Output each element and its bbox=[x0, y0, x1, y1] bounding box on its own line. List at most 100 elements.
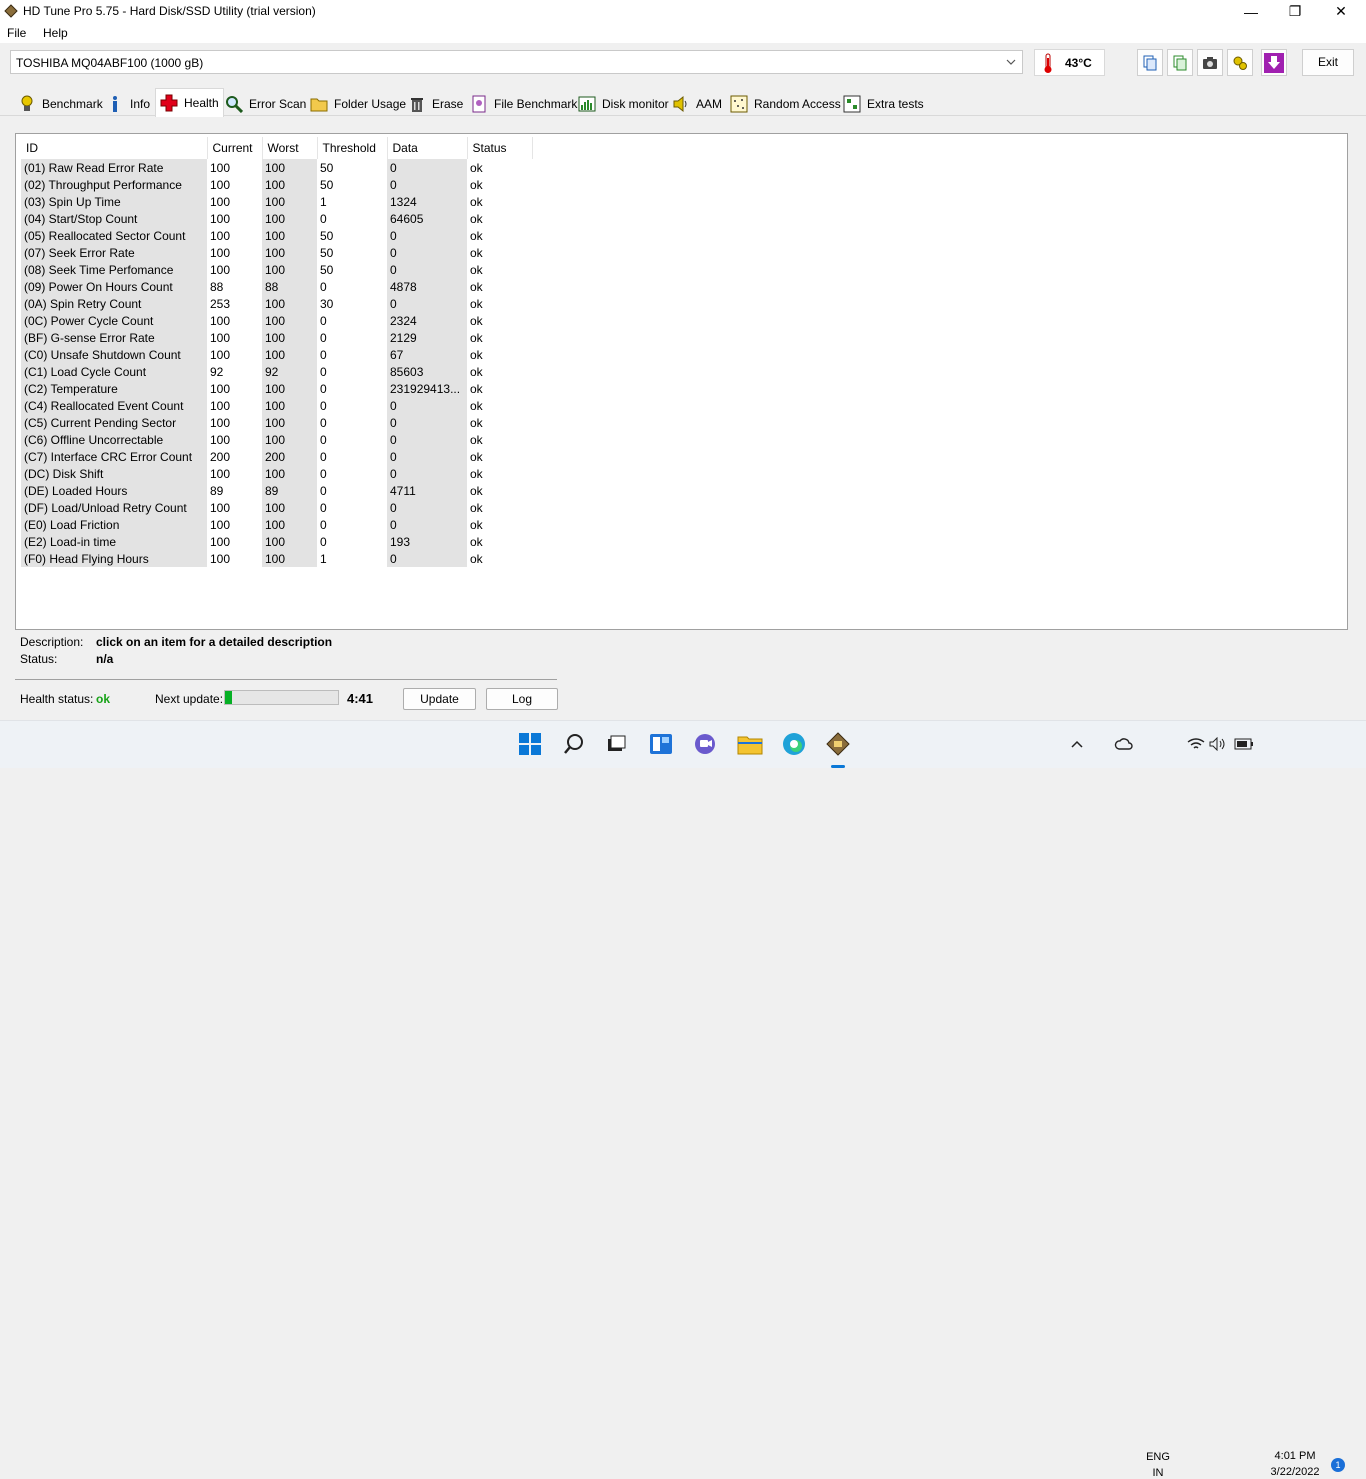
cell-id: (C2) Temperature bbox=[21, 380, 207, 397]
tab-info[interactable]: Info bbox=[106, 91, 150, 116]
restore-button[interactable]: ❐ bbox=[1272, 0, 1318, 23]
copy-text-button[interactable] bbox=[1137, 49, 1163, 76]
cell-status: ok bbox=[470, 483, 483, 498]
cell-status: ok bbox=[470, 466, 483, 481]
copy-all-button[interactable] bbox=[1167, 49, 1193, 76]
volume-icon[interactable] bbox=[1205, 731, 1231, 757]
tab-erase[interactable]: Erase bbox=[408, 91, 463, 116]
table-row[interactable]: (0C) Power Cycle Count 100 100 0 2324 ok bbox=[21, 312, 532, 329]
task-view-icon[interactable] bbox=[603, 731, 629, 757]
table-row[interactable]: (C7) Interface CRC Error Count 200 200 0 0 ok bbox=[21, 448, 532, 465]
table-row[interactable]: (E0) Load Friction 100 100 0 0 ok bbox=[21, 516, 532, 533]
search-icon[interactable] bbox=[561, 731, 587, 757]
cell-status: ok bbox=[470, 500, 483, 515]
widgets-icon[interactable] bbox=[648, 731, 674, 757]
hdtune-taskbar-icon[interactable] bbox=[825, 731, 851, 757]
cell-threshold: 0 bbox=[320, 364, 327, 379]
cell-threshold: 0 bbox=[320, 398, 327, 413]
cell-status: ok bbox=[470, 517, 483, 532]
cell-id: (C6) Offline Uncorrectable bbox=[21, 431, 207, 448]
language-code[interactable]: ENG bbox=[1144, 1451, 1172, 1463]
cell-status: ok bbox=[470, 551, 483, 566]
table-row[interactable]: (E2) Load-in time 100 100 0 193 ok bbox=[21, 533, 532, 550]
cell-worst: 100 bbox=[262, 244, 317, 261]
table-row[interactable]: (DE) Loaded Hours 89 89 0 4711 ok bbox=[21, 482, 532, 499]
update-button[interactable]: Update bbox=[403, 688, 476, 710]
table-row[interactable]: (C4) Reallocated Event Count 100 100 0 0 ok bbox=[21, 397, 532, 414]
save-button[interactable] bbox=[1261, 49, 1287, 76]
screenshot-button[interactable] bbox=[1197, 49, 1223, 76]
tab-error-scan[interactable]: Error Scan bbox=[225, 91, 306, 116]
tab-folder-usage[interactable]: Folder Usage bbox=[310, 91, 406, 116]
table-row[interactable]: (08) Seek Time Perfomance 100 100 50 0 ok bbox=[21, 261, 532, 278]
clock-time[interactable]: 4:01 PM bbox=[1262, 1450, 1328, 1462]
log-button[interactable]: Log bbox=[486, 688, 558, 710]
edge-browser-icon[interactable] bbox=[781, 731, 807, 757]
start-icon[interactable] bbox=[517, 731, 543, 757]
table-row[interactable]: (01) Raw Read Error Rate 100 100 50 0 ok bbox=[21, 159, 532, 176]
tab-health[interactable]: Health bbox=[155, 88, 224, 117]
table-row[interactable]: (C0) Unsafe Shutdown Count 100 100 0 67 ok bbox=[21, 346, 532, 363]
tab-benchmark[interactable]: Benchmark bbox=[18, 91, 103, 116]
cell-worst: 100 bbox=[262, 176, 317, 193]
tab-random-access[interactable]: Random Access bbox=[730, 91, 841, 116]
cell-threshold: 50 bbox=[320, 245, 334, 260]
cell-current: 100 bbox=[210, 500, 231, 515]
chat-icon[interactable] bbox=[692, 731, 718, 757]
menu-file[interactable]: File bbox=[7, 26, 26, 40]
cell-current: 100 bbox=[210, 415, 231, 430]
table-row[interactable]: (0A) Spin Retry Count 253 100 30 0 ok bbox=[21, 295, 532, 312]
minimize-button[interactable]: — bbox=[1228, 0, 1274, 23]
battery-icon[interactable] bbox=[1231, 731, 1257, 757]
exit-button[interactable]: Exit bbox=[1302, 49, 1354, 76]
tab-disk-monitor[interactable]: Disk monitor bbox=[578, 91, 669, 116]
input-region[interactable]: IN bbox=[1144, 1467, 1172, 1479]
column-header-threshold[interactable]: Threshold bbox=[317, 137, 388, 159]
weather-cloud-icon[interactable] bbox=[1111, 731, 1137, 757]
cell-worst: 100 bbox=[262, 295, 317, 312]
drive-select[interactable]: TOSHIBA MQ04ABF100 (1000 gB) bbox=[10, 50, 1023, 74]
close-button[interactable]: ✕ bbox=[1318, 0, 1364, 23]
table-row[interactable]: (03) Spin Up Time 100 100 1 1324 ok bbox=[21, 193, 532, 210]
clock-date[interactable]: 3/22/2022 bbox=[1262, 1466, 1328, 1478]
cell-data: 0 bbox=[387, 227, 467, 244]
cell-threshold: 0 bbox=[320, 211, 327, 226]
thermometer-icon bbox=[1044, 53, 1052, 73]
table-row[interactable]: (C1) Load Cycle Count 92 92 0 85603 ok bbox=[21, 363, 532, 380]
cell-worst: 100 bbox=[262, 516, 317, 533]
table-row[interactable]: (DC) Disk Shift 100 100 0 0 ok bbox=[21, 465, 532, 482]
table-row[interactable]: (04) Start/Stop Count 100 100 0 64605 ok bbox=[21, 210, 532, 227]
table-row[interactable]: (C2) Temperature 100 100 0 231929413... ok bbox=[21, 380, 532, 397]
column-header-status[interactable]: Status bbox=[467, 137, 533, 159]
folder-icon bbox=[310, 95, 328, 113]
table-row[interactable]: (C6) Offline Uncorrectable 100 100 0 0 ok bbox=[21, 431, 532, 448]
cell-worst: 100 bbox=[262, 312, 317, 329]
table-row[interactable]: (07) Seek Error Rate 100 100 50 0 ok bbox=[21, 244, 532, 261]
column-header-id[interactable]: ID bbox=[21, 137, 208, 159]
column-header-current[interactable]: Current bbox=[207, 137, 263, 159]
column-header-data[interactable]: Data bbox=[387, 137, 468, 159]
tab-file-benchmark[interactable]: File Benchmark bbox=[470, 91, 577, 116]
title-bar: HD Tune Pro 5.75 - Hard Disk/SSD Utility… bbox=[0, 0, 1366, 23]
tab-aam[interactable]: AAM bbox=[672, 91, 722, 116]
tab-extra-tests[interactable]: Extra tests bbox=[843, 91, 924, 116]
table-row[interactable]: (02) Throughput Performance 100 100 50 0 ok bbox=[21, 176, 532, 193]
table-row[interactable]: (05) Reallocated Sector Count 100 100 50 0 ok bbox=[21, 227, 532, 244]
notification-badge[interactable]: 1 bbox=[1331, 1458, 1345, 1472]
cell-current: 253 bbox=[210, 296, 231, 311]
file-explorer-icon[interactable] bbox=[737, 731, 763, 757]
options-button[interactable] bbox=[1227, 49, 1253, 76]
table-row[interactable]: (DF) Load/Unload Retry Count 100 100 0 0 ok bbox=[21, 499, 532, 516]
cell-id: (C0) Unsafe Shutdown Count bbox=[21, 346, 207, 363]
table-row[interactable]: (C5) Current Pending Sector 100 100 0 0 ok bbox=[21, 414, 532, 431]
table-row[interactable]: (F0) Head Flying Hours 100 100 1 0 ok bbox=[21, 550, 532, 567]
menu-help[interactable]: Help bbox=[43, 26, 68, 40]
column-header-worst[interactable]: Worst bbox=[262, 137, 318, 159]
cell-threshold: 1 bbox=[320, 194, 327, 209]
cell-threshold: 0 bbox=[320, 330, 327, 345]
chevron-up-icon[interactable] bbox=[1064, 731, 1090, 757]
table-row[interactable]: (BF) G-sense Error Rate 100 100 0 2129 ok bbox=[21, 329, 532, 346]
table-row[interactable]: (09) Power On Hours Count 88 88 0 4878 ok bbox=[21, 278, 532, 295]
cell-worst: 100 bbox=[262, 210, 317, 227]
cell-current: 200 bbox=[210, 449, 231, 464]
